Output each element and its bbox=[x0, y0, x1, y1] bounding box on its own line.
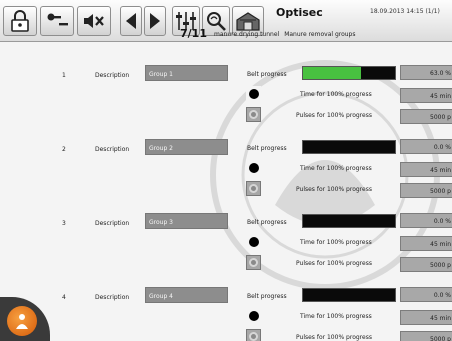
time-label: Time for 100% progress bbox=[300, 165, 372, 172]
breadcrumb-item[interactable]: manure drying tunnel bbox=[214, 31, 279, 38]
brand-logo-icon bbox=[7, 306, 37, 336]
time-label: Time for 100% progress bbox=[300, 91, 372, 98]
next-page-button[interactable] bbox=[144, 6, 166, 36]
time-value[interactable]: 45 min bbox=[400, 88, 452, 103]
pulses-mode-radio[interactable] bbox=[246, 329, 261, 341]
description-field[interactable]: Group 3 bbox=[145, 213, 228, 229]
breadcrumb: manure drying tunnel Manure removal group… bbox=[214, 31, 356, 38]
arrow-left-icon bbox=[126, 13, 136, 29]
time-value[interactable]: 45 min bbox=[400, 310, 452, 325]
description-field[interactable]: Group 4 bbox=[145, 287, 228, 303]
belt-progress-label: Belt progress bbox=[247, 293, 287, 300]
belt-progress-value: 0.0 % bbox=[400, 139, 452, 154]
group-number: 3 bbox=[62, 220, 66, 227]
manure-group-1: 1 Description Group 1 Belt progress 63.0… bbox=[0, 43, 452, 124]
date-time: 18.09.2013 14:15 (1/1) bbox=[370, 8, 440, 15]
description-field[interactable]: Group 1 bbox=[145, 65, 228, 81]
belt-progress-label: Belt progress bbox=[247, 145, 287, 152]
belt-progress-bar bbox=[302, 214, 396, 228]
key-login-icon bbox=[47, 13, 68, 26]
content-area: 1 Description Group 1 Belt progress 63.0… bbox=[0, 43, 452, 341]
description-label: Description bbox=[95, 220, 130, 227]
lock-icon bbox=[11, 10, 29, 32]
radio-selected-dot bbox=[248, 236, 259, 247]
time-value[interactable]: 45 min bbox=[400, 236, 452, 251]
person-icon bbox=[16, 314, 28, 329]
description-label: Description bbox=[95, 294, 130, 301]
speaker-muted-icon bbox=[84, 14, 104, 28]
description-label: Description bbox=[95, 72, 130, 79]
login-button[interactable] bbox=[40, 6, 74, 36]
radio-selected-dot bbox=[248, 88, 259, 99]
magnifier-icon bbox=[207, 12, 226, 31]
time-label: Time for 100% progress bbox=[300, 313, 372, 320]
group-number: 1 bbox=[62, 72, 66, 79]
belt-progress-bar bbox=[302, 66, 396, 80]
breadcrumb-item: Manure removal groups bbox=[284, 31, 356, 38]
belt-progress-value: 0.0 % bbox=[400, 213, 452, 228]
mute-button[interactable] bbox=[77, 6, 111, 36]
arrow-right-icon bbox=[150, 13, 160, 29]
page-counter: 7/11 bbox=[180, 27, 207, 40]
radio-selected-dot bbox=[248, 162, 259, 173]
description-field[interactable]: Group 2 bbox=[145, 139, 228, 155]
belt-progress-bar bbox=[302, 140, 396, 154]
belt-progress-value: 0.0 % bbox=[400, 287, 452, 302]
group-number: 4 bbox=[62, 294, 66, 301]
barn-icon bbox=[236, 12, 260, 31]
radio-selected-dot bbox=[248, 310, 259, 321]
lock-button[interactable] bbox=[3, 6, 37, 36]
time-mode-radio[interactable] bbox=[246, 308, 261, 323]
previous-page-button[interactable] bbox=[120, 6, 142, 36]
time-value[interactable]: 45 min bbox=[400, 162, 452, 177]
manure-group-4: 4 Description Group 4 Belt progress 0.0 … bbox=[0, 265, 452, 341]
belt-progress-value: 63.0 % bbox=[400, 65, 452, 80]
time-mode-radio[interactable] bbox=[246, 86, 261, 101]
toolbar: Optisec 18.09.2013 14:15 (1/1) 7/11 manu… bbox=[0, 0, 452, 42]
belt-progress-fill bbox=[303, 67, 361, 79]
manure-group-2: 2 Description Group 2 Belt progress 0.0 … bbox=[0, 117, 452, 198]
time-label: Time for 100% progress bbox=[300, 239, 372, 246]
description-label: Description bbox=[95, 146, 130, 153]
pulses-value[interactable]: 5000 p bbox=[400, 331, 452, 341]
time-mode-radio[interactable] bbox=[246, 160, 261, 175]
pulses-label: Pulses for 100% progress bbox=[296, 334, 372, 341]
group-number: 2 bbox=[62, 146, 66, 153]
belt-progress-label: Belt progress bbox=[247, 71, 287, 78]
manure-group-3: 3 Description Group 3 Belt progress 0.0 … bbox=[0, 191, 452, 272]
app-title: Optisec bbox=[276, 6, 323, 19]
belt-progress-label: Belt progress bbox=[247, 219, 287, 226]
belt-progress-bar bbox=[302, 288, 396, 302]
time-mode-radio[interactable] bbox=[246, 234, 261, 249]
radio-unselected-dot bbox=[249, 332, 258, 341]
